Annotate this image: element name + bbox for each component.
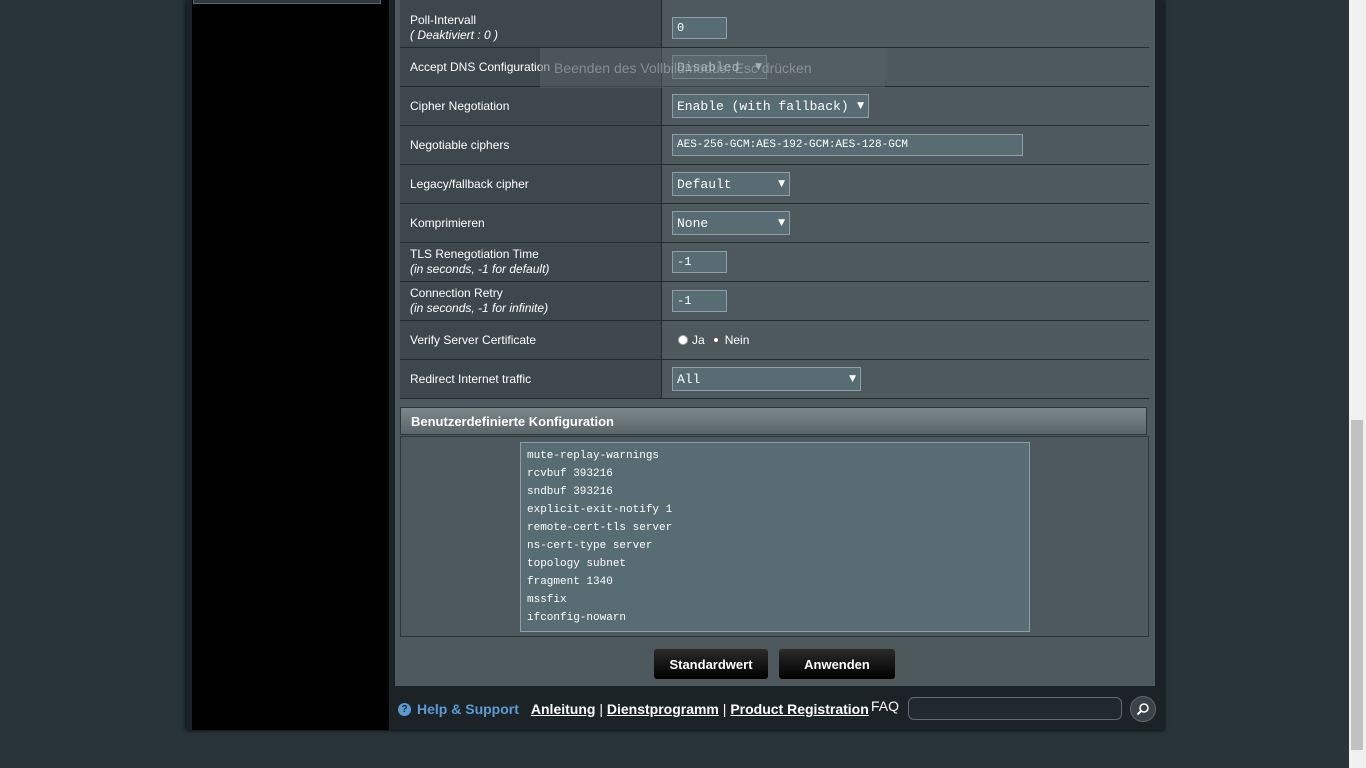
legacy-cipher-label: Legacy/fallback cipher: [400, 165, 662, 203]
registration-link[interactable]: Product Registration: [730, 701, 868, 717]
row-connection-retry: Connection Retry (in seconds, -1 for inf…: [400, 282, 1149, 321]
tls-renegotiation-title: TLS Renegotiation Time: [410, 247, 539, 261]
fullscreen-exit-hint: Beenden des Vollbildmodus: Esc drücken: [540, 48, 885, 88]
row-legacy-cipher: Legacy/fallback cipher Default ▼: [400, 165, 1149, 204]
config-line: remote-cert-tls server: [527, 522, 673, 534]
config-line: topology subnet: [527, 558, 627, 570]
magnifier-icon: [1136, 703, 1149, 716]
separator: |: [599, 701, 607, 717]
cipher-negotiation-select[interactable]: Enable (with fallback) ▼: [672, 94, 869, 118]
connection-retry-hint: (in seconds, -1 for infinite): [410, 301, 549, 315]
left-menu-column: [192, 0, 389, 730]
connection-retry-input[interactable]: -1: [672, 290, 727, 312]
connection-retry-title: Connection Retry: [410, 286, 503, 300]
custom-config-header: Benutzerdefinierte Konfiguration: [400, 407, 1147, 435]
compression-select[interactable]: None ▼: [672, 211, 790, 235]
faq-search-input[interactable]: [908, 697, 1122, 720]
row-poll-interval: Poll-Intervall ( Deaktiviert : 0 ) 0: [400, 9, 1149, 48]
tls-renegotiation-input[interactable]: -1: [672, 251, 727, 273]
negotiable-ciphers-label: Negotiable ciphers: [400, 126, 662, 164]
redirect-traffic-value: All: [677, 371, 701, 387]
utility-link[interactable]: Dienstprogramm: [607, 701, 719, 717]
question-circle-icon: ?: [398, 702, 411, 716]
poll-interval-label: Poll-Intervall ( Deaktiviert : 0 ): [400, 9, 662, 47]
chevron-down-icon: ▼: [849, 374, 856, 384]
scrollbar-thumb[interactable]: [1351, 420, 1363, 750]
compression-label: Komprimieren: [400, 204, 662, 242]
chevron-down-icon: ▼: [778, 218, 785, 228]
custom-config-textarea[interactable]: mute-replay-warnings rcvbuf 393216 sndbu…: [520, 442, 1030, 632]
poll-interval-hint: ( Deaktiviert : 0 ): [410, 28, 499, 42]
chevron-down-icon: ▼: [778, 179, 785, 189]
tls-renegotiation-label: TLS Renegotiation Time (in seconds, -1 f…: [400, 243, 662, 281]
faq-label: FAQ: [871, 698, 900, 714]
tls-renegotiation-hint: (in seconds, -1 for default): [410, 262, 550, 276]
negotiable-ciphers-input[interactable]: AES-256-GCM:AES-192-GCM:AES-128-GCM: [672, 134, 1023, 156]
verify-yes-label: Ja: [692, 333, 705, 347]
legacy-cipher-select[interactable]: Default ▼: [672, 172, 790, 196]
config-line: ifconfig-nowarn: [527, 612, 627, 624]
verify-yes-radio[interactable]: [678, 335, 688, 345]
help-support-label: Help & Support: [417, 701, 519, 717]
config-line: rcvbuf 393216: [527, 468, 613, 480]
config-line: ns-cert-type server: [527, 540, 653, 552]
config-line: explicit-exit-notify 1: [527, 504, 673, 516]
compression-value: None: [677, 215, 709, 231]
row-cipher-negotiation: Cipher Negotiation Enable (with fallback…: [400, 87, 1149, 126]
redirect-traffic-label: Redirect Internet traffic: [400, 360, 662, 398]
cipher-negotiation-value: Enable (with fallback): [677, 98, 849, 114]
config-line: sndbuf 393216: [527, 486, 613, 498]
verify-no-label: Nein: [724, 333, 750, 347]
config-line: mssfix: [527, 594, 567, 606]
config-line: mute-replay-warnings: [527, 450, 660, 462]
row-negotiable-ciphers: Negotiable ciphers AES-256-GCM:AES-192-G…: [400, 126, 1149, 165]
help-support-link[interactable]: ? Help & Support: [398, 701, 519, 717]
verify-no-radio[interactable]: [710, 335, 721, 345]
default-button[interactable]: Standardwert: [653, 648, 769, 680]
redirect-traffic-select[interactable]: All ▼: [672, 367, 861, 391]
left-menu-box: [193, 0, 381, 4]
row-verify-certificate: Verify Server Certificate Ja Nein: [400, 321, 1149, 360]
manual-link[interactable]: Anleitung: [531, 701, 596, 717]
row-cutoff-label: [400, 0, 662, 9]
chevron-down-icon: ▼: [857, 101, 864, 111]
legacy-cipher-value: Default: [677, 176, 732, 192]
apply-button[interactable]: Anwenden: [778, 648, 896, 680]
row-tls-renegotiation: TLS Renegotiation Time (in seconds, -1 f…: [400, 243, 1149, 282]
search-button[interactable]: [1130, 696, 1156, 722]
config-line: fragment 1340: [527, 576, 613, 588]
connection-retry-label: Connection Retry (in seconds, -1 for inf…: [400, 282, 662, 320]
row-compression: Komprimieren None ▼: [400, 204, 1149, 243]
poll-interval-input[interactable]: 0: [672, 17, 727, 39]
cipher-negotiation-label: Cipher Negotiation: [400, 87, 662, 125]
row-redirect-traffic: Redirect Internet traffic All ▼: [400, 360, 1149, 399]
poll-interval-title: Poll-Intervall: [410, 13, 477, 27]
verify-certificate-label: Verify Server Certificate: [400, 321, 662, 359]
